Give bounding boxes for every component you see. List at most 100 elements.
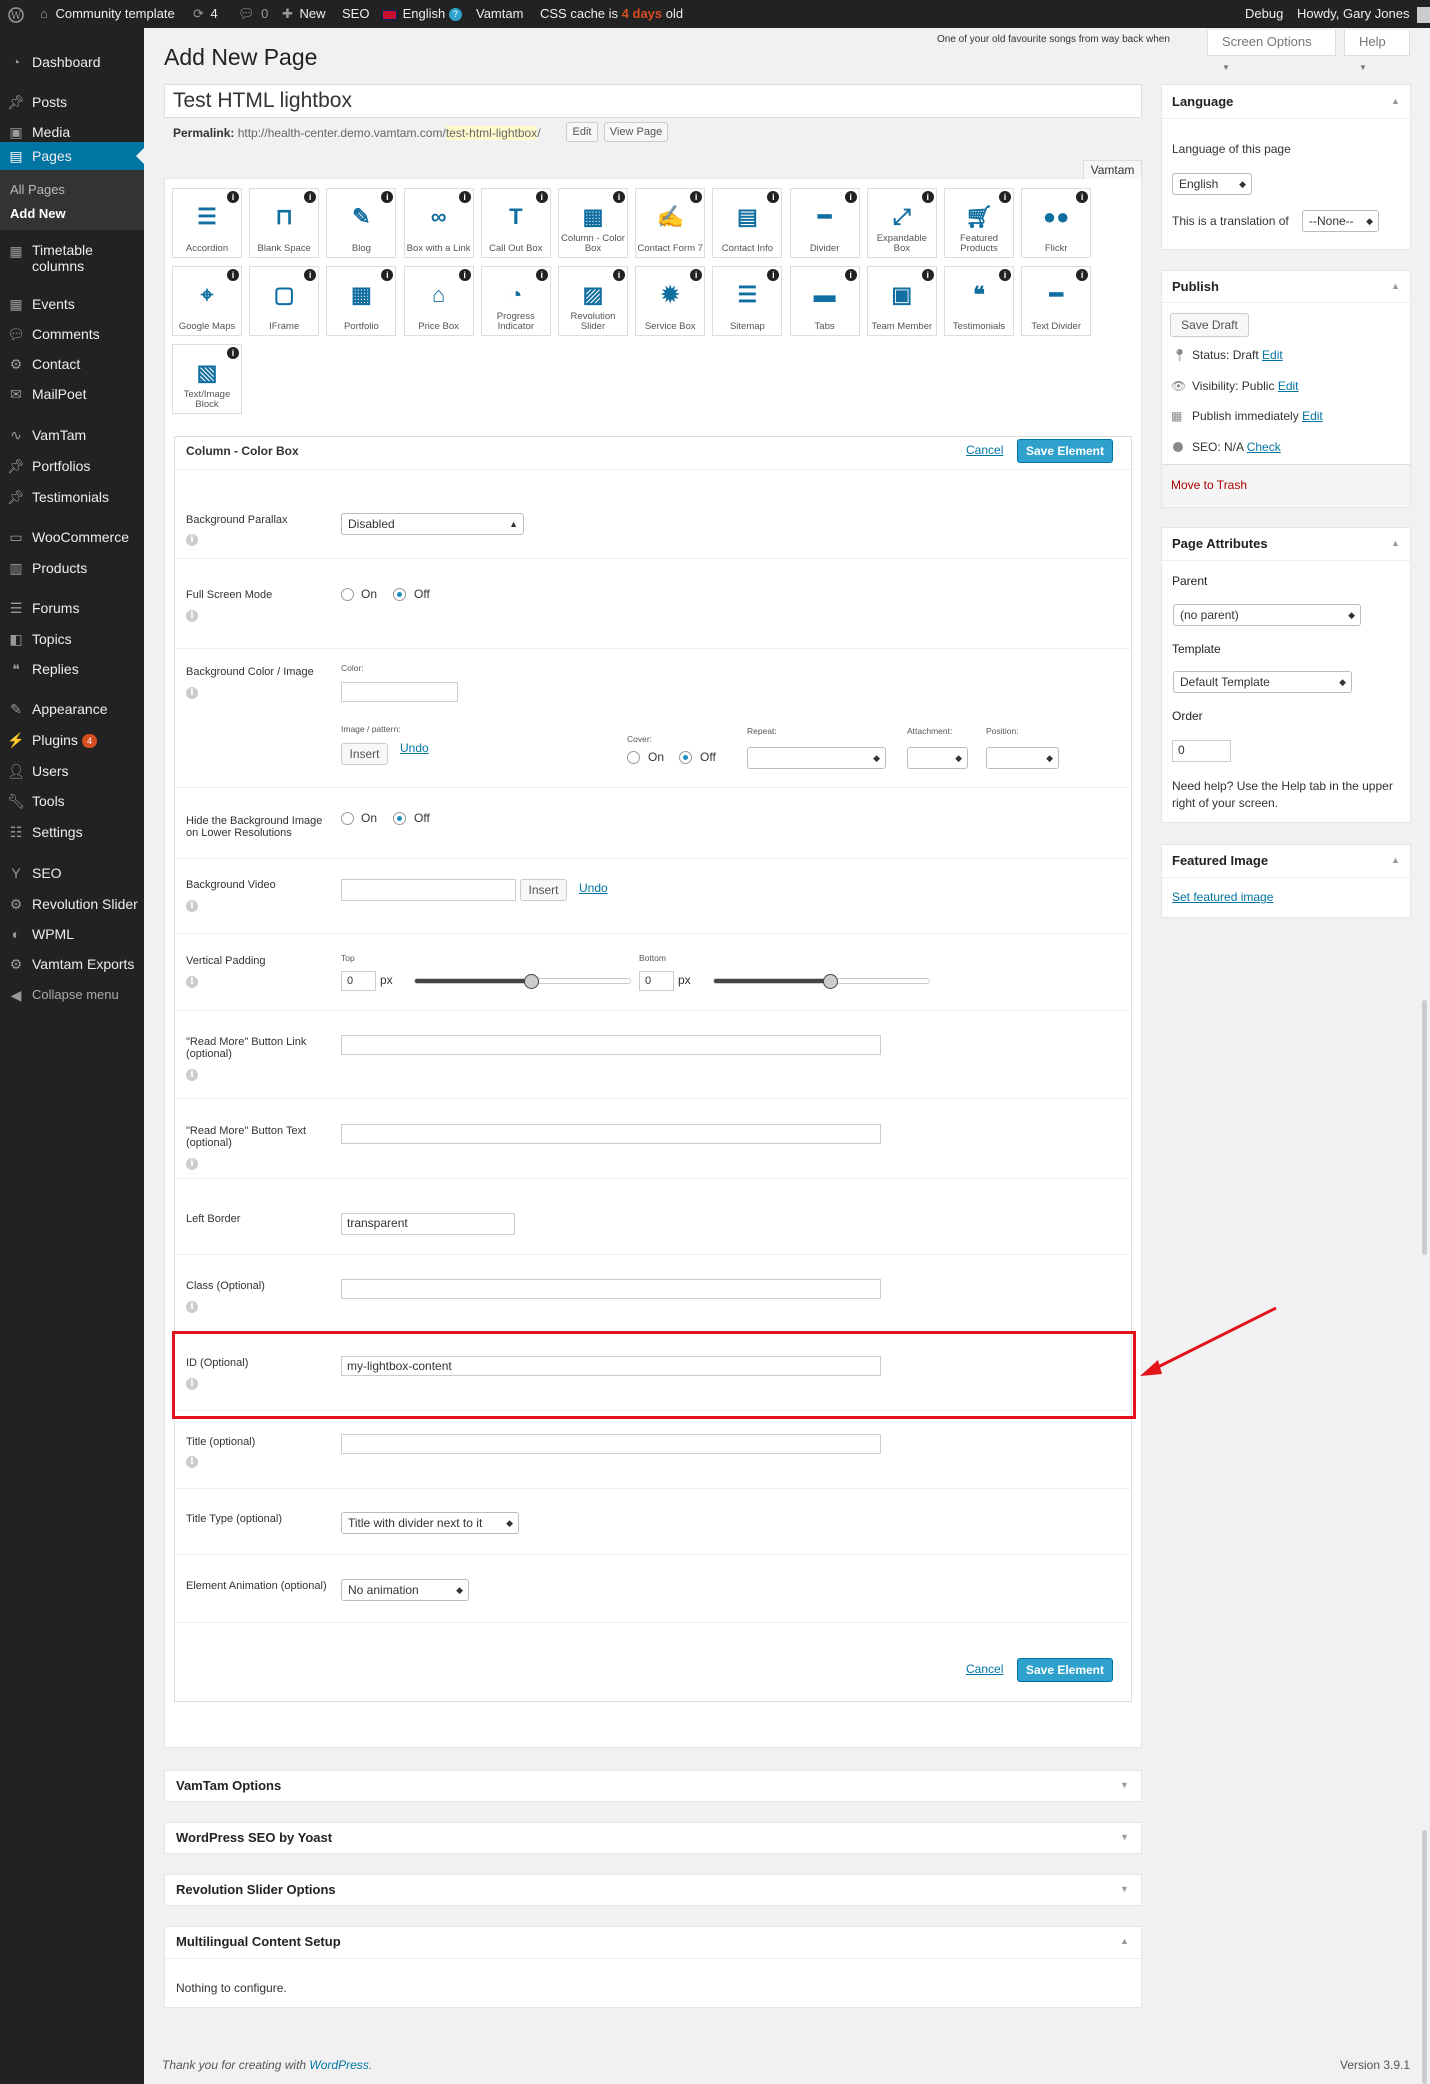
element-tile-blog[interactable]: ✎ Blog i — [326, 188, 397, 258]
page-language-select[interactable]: English ◆ — [1172, 173, 1252, 195]
cover-off-radio[interactable] — [679, 751, 692, 764]
language-switcher[interactable]: English ? — [382, 0, 462, 28]
seo-check-link[interactable]: Check — [1247, 440, 1281, 454]
element-tile-team-member[interactable]: ▣ Team Member i — [866, 266, 937, 336]
element-tile-contact-info[interactable]: ▤ Contact Info i — [712, 188, 783, 258]
element-tile-text-divider[interactable]: ━ Text Divider i — [1021, 266, 1092, 336]
site-home-link[interactable]: ⌂ Community template — [40, 0, 175, 28]
seo-link[interactable]: SEO — [342, 0, 369, 28]
toggle-down-icon[interactable]: ▼ — [1120, 1832, 1129, 1842]
info-icon[interactable]: i — [304, 191, 317, 203]
info-icon[interactable]: i — [186, 687, 198, 699]
permalink-edit-button[interactable]: Edit — [566, 122, 598, 142]
element-tile-progress-indicator[interactable]: ◔ Progress Indicator i — [480, 266, 551, 336]
top-padding-input[interactable]: 0 — [341, 971, 376, 991]
animation-select[interactable]: No animation ◆ — [341, 1579, 469, 1601]
sidebar-item-comments[interactable]: 💬︎ Comments — [0, 322, 144, 354]
sidebar-item-tools[interactable]: 🔧︎ Tools — [0, 789, 144, 821]
sidebar-item-timetable-columns[interactable]: ▦ Timetable columns — [0, 239, 144, 281]
cover-on-radio[interactable] — [627, 751, 640, 764]
element-tile-accordion[interactable]: ☰ Accordion i — [172, 188, 242, 258]
sidebar-item-users[interactable]: 👤︎ Users — [0, 759, 144, 791]
info-icon[interactable]: i — [999, 191, 1011, 203]
vamtam-builder-tab[interactable]: Vamtam — [1083, 160, 1142, 179]
bottom-padding-input[interactable]: 0 — [639, 971, 674, 991]
sidebar-item-revolution-slider[interactable]: ⚙ Revolution Slider — [0, 892, 144, 924]
permalink-slug[interactable]: test-html-lightbox — [445, 126, 538, 140]
readmore-link-input[interactable] — [341, 1035, 881, 1055]
element-tile-revolution-slider[interactable]: ▨ Revolution Slider i — [558, 266, 628, 336]
position-select[interactable]: ◆ — [986, 747, 1059, 769]
info-icon[interactable]: i — [844, 191, 857, 203]
sidebar-item-woocommerce[interactable]: ▭ WooCommerce — [0, 525, 144, 557]
info-icon[interactable]: i — [186, 1456, 198, 1468]
help-button[interactable]: Help ▼ — [1344, 30, 1410, 72]
css-cache-status[interactable]: CSS cache is 4 days old — [540, 0, 683, 28]
element-tile-contact-form-7[interactable]: ✍ Contact Form 7 i — [635, 188, 706, 258]
info-icon[interactable]: i — [690, 269, 703, 281]
info-icon[interactable]: i — [186, 534, 198, 546]
sidebar-item-settings[interactable]: ☷ Settings — [0, 820, 144, 852]
info-icon[interactable]: i — [381, 191, 394, 203]
info-icon[interactable]: i — [186, 1158, 198, 1170]
bottom-padding-slider-handle[interactable] — [823, 974, 839, 989]
hide-bg-on-radio[interactable] — [341, 812, 354, 825]
fullscreen-off-radio[interactable] — [393, 588, 406, 601]
sidebar-item-events[interactable]: ▦ Events — [0, 292, 144, 324]
info-icon[interactable]: i — [227, 347, 239, 359]
sidebar-item-forums[interactable]: ☰ Forums — [0, 596, 144, 628]
info-icon[interactable]: i — [613, 269, 625, 281]
element-tile-call-out-box[interactable]: T Call Out Box i — [480, 188, 551, 258]
undo-video-link[interactable]: Undo — [579, 881, 608, 895]
element-tile-iframe[interactable]: ▢ IFrame i — [249, 266, 320, 336]
bg-parallax-select[interactable]: Disabled ▲ — [341, 513, 524, 535]
info-icon[interactable]: i — [458, 269, 471, 281]
info-icon[interactable]: i — [1076, 191, 1089, 203]
wordpress-logo-icon[interactable]: W — [8, 0, 24, 28]
submenu-all-pages[interactable]: All Pages — [10, 182, 65, 197]
sidebar-item-vamtam[interactable]: ∿ VamTam — [0, 423, 144, 455]
info-icon[interactable]: i — [304, 269, 317, 281]
edit-status-link[interactable]: Edit — [1262, 348, 1283, 362]
attachment-select[interactable]: ◆ — [907, 747, 968, 769]
toggle-up-icon[interactable]: ▲ — [1120, 1936, 1129, 1946]
sidebar-item-appearance[interactable]: ✎ Appearance — [0, 697, 144, 729]
element-tile-box-with-a-link[interactable]: ∞ Box with a Link i — [403, 188, 474, 258]
sidebar-item-posts[interactable]: 📌︎ Posts — [0, 90, 144, 122]
vamtam-link[interactable]: Vamtam — [476, 0, 523, 28]
element-tile-testimonials[interactable]: ❝ Testimonials i — [944, 266, 1014, 336]
info-icon[interactable]: i — [186, 1069, 198, 1081]
info-icon[interactable]: i — [921, 191, 934, 203]
element-tile-portfolio[interactable]: ▦ Portfolio i — [326, 266, 397, 336]
comments-link[interactable]: 💬︎ 0 — [238, 0, 268, 28]
element-tile-blank-space[interactable]: ⊓ Blank Space i — [249, 188, 320, 258]
info-icon[interactable]: i — [690, 191, 703, 203]
element-tile-tabs[interactable]: ▬ Tabs i — [789, 266, 860, 336]
undo-image-link[interactable]: Undo — [400, 741, 429, 755]
sidebar-item-seo[interactable]: Y SEO — [0, 861, 144, 893]
toggle-down-icon[interactable]: ▼ — [1120, 1884, 1129, 1894]
info-icon[interactable]: i — [613, 191, 625, 203]
sidebar-item-replies[interactable]: ❝ Replies — [0, 657, 144, 689]
info-icon[interactable]: i — [844, 269, 857, 281]
debug-link[interactable]: Debug — [1245, 0, 1283, 28]
info-icon[interactable]: i — [999, 269, 1011, 281]
repeat-select[interactable]: ◆ — [747, 747, 886, 769]
info-icon[interactable]: i — [186, 900, 198, 912]
info-icon[interactable]: i — [767, 191, 780, 203]
toggle-up-icon[interactable]: ▲ — [1391, 281, 1400, 291]
vamtam-options-box[interactable] — [164, 1770, 1142, 1802]
post-title-input[interactable]: Test HTML lightbox — [164, 84, 1142, 118]
new-content-link[interactable]: ✚ New — [282, 0, 326, 28]
info-icon[interactable]: i — [381, 269, 394, 281]
scrollbar-thumb-secondary[interactable] — [1422, 1830, 1427, 2084]
element-tile-featured-products[interactable]: 🛒︎ Featured Products i — [944, 188, 1014, 258]
save-element-button-bottom[interactable]: Save Element — [1017, 1658, 1113, 1682]
fullscreen-on-radio[interactable] — [341, 588, 354, 601]
class-input[interactable] — [341, 1279, 881, 1299]
screen-options-button[interactable]: Screen Options ▼ — [1207, 30, 1336, 72]
color-input[interactable] — [341, 682, 458, 702]
info-icon[interactable]: i — [921, 269, 934, 281]
info-icon[interactable]: i — [186, 1301, 198, 1313]
info-icon[interactable]: i — [458, 191, 471, 203]
